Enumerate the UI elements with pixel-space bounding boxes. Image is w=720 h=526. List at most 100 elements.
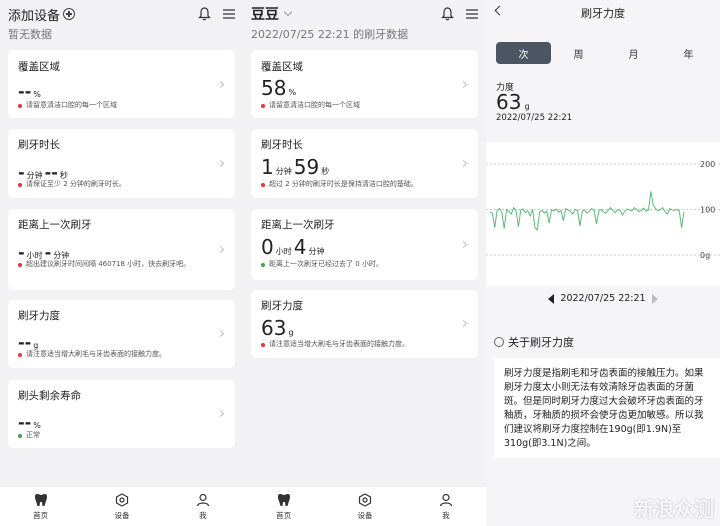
status-dot	[18, 352, 22, 357]
chevron-right-icon	[216, 80, 225, 89]
card-value: -- %	[18, 82, 43, 101]
card-value: 63 g	[261, 318, 296, 338]
unit-text: g	[33, 341, 39, 350]
note-text: 请保证至少 2 分钟的刷牙时长。	[26, 180, 126, 188]
card-title: 刷牙时长	[18, 139, 60, 151]
card-title: 覆盖区域	[18, 61, 60, 73]
unit-text: %	[288, 88, 297, 97]
status-dot	[18, 182, 22, 187]
nav-device[interactable]: 设备	[357, 492, 373, 521]
chevron-right-icon	[216, 245, 225, 254]
status-dot	[18, 433, 22, 438]
menu-icon[interactable]	[223, 9, 235, 19]
coverage-card[interactable]: 覆盖区域 -- % 请留意清洁口腔的每一个区域	[8, 50, 235, 118]
home-panel-empty: 添加设备 暂无数据 覆盖区域 -- % 请留意清洁口腔的每一个区域 刷牙时长 -…	[0, 0, 243, 526]
card-title: 刷牙时长	[261, 139, 303, 151]
menu-icon[interactable]	[466, 9, 478, 19]
tab-week[interactable]: 周	[551, 42, 606, 64]
chevron-down-icon[interactable]	[283, 7, 293, 17]
card-note: 请注意适当增大刷毛与牙齿表面的接触力度。	[261, 340, 456, 350]
value-text: 1	[261, 155, 274, 179]
status-dot	[18, 262, 22, 267]
tab-month[interactable]: 月	[606, 42, 661, 64]
force-chart: 200 100 0g	[486, 142, 720, 286]
nav-device-label: 设备	[114, 510, 130, 520]
note-text: 超出建议刷牙时间间隔 460718 小时，快去刷牙吧。	[26, 260, 191, 268]
period-tabs: 次 周 月 年	[496, 42, 716, 64]
force-line-chart: 200 100 0g	[486, 160, 720, 260]
home-panel-data: 豆豆 2022/07/25 22:21 的刷牙数据 覆盖区域 58 % 请留意清…	[243, 0, 486, 526]
page-title: 刷牙力度	[581, 7, 625, 20]
force-series-line	[489, 191, 685, 232]
status-dot	[261, 103, 265, 108]
chevron-right-icon	[459, 159, 468, 168]
chevron-right-icon	[216, 159, 225, 168]
card-note: 距离上一次刷牙已经过去了 0 小时。	[261, 260, 456, 270]
user-icon	[439, 493, 452, 506]
card-note: 请留意清洁口腔的每一个区域	[261, 101, 456, 111]
hexagon-icon	[115, 492, 129, 507]
about-header: 关于刷牙力度	[494, 334, 574, 350]
nav-home[interactable]: 首页	[276, 493, 291, 521]
value-text: 58	[261, 76, 287, 100]
tab-year[interactable]: 年	[661, 42, 716, 64]
prev-arrow-icon[interactable]	[548, 293, 555, 304]
add-circle-icon[interactable]	[63, 8, 76, 20]
nav-me-label: 我	[199, 510, 207, 520]
next-arrow-icon[interactable]	[651, 293, 658, 304]
value-text: --	[18, 413, 32, 432]
card-value: 58 %	[261, 78, 298, 98]
last-brush-card[interactable]: 距离上一次刷牙 0 小时 4 分钟 距离上一次刷牙已经过去了 0 小时。	[251, 209, 478, 280]
header: 添加设备	[8, 4, 235, 24]
add-device-title[interactable]: 添加设备	[8, 5, 60, 24]
unit-text: %	[33, 421, 41, 430]
bell-icon[interactable]	[441, 7, 454, 21]
card-title: 刷牙力度	[261, 300, 303, 312]
force-number: 63	[496, 90, 522, 114]
card-note: 请保证至少 2 分钟的刷牙时长。	[18, 180, 213, 190]
note-text: 距离上一次刷牙已经过去了 0 小时。	[269, 260, 383, 268]
lightbulb-icon	[494, 337, 504, 347]
force-card[interactable]: 刷牙力度 63 g 请注意适当增大刷毛与牙齿表面的接触力度。	[251, 290, 478, 358]
nav-home-label: 首页	[33, 510, 49, 520]
bottom-nav: 首页 设备 我	[243, 486, 486, 526]
duration-card[interactable]: 刷牙时长 1 分钟 59 秒 超过 2 分钟的刷牙时长是保持清洁口腔的基础。	[251, 129, 478, 198]
no-data-subtitle: 暂无数据	[8, 28, 52, 41]
nav-device-label: 设备	[357, 510, 373, 520]
nav-me-label: 我	[442, 510, 450, 520]
card-value: -- %	[18, 413, 43, 432]
note-text: 请留意清洁口腔的每一个区域	[26, 101, 117, 109]
unit-text: %	[33, 90, 41, 99]
unit-text: g	[288, 328, 294, 337]
coverage-card[interactable]: 覆盖区域 58 % 请留意清洁口腔的每一个区域	[251, 50, 478, 118]
card-note: 超过 2 分钟的刷牙时长是保持清洁口腔的基础。	[261, 180, 456, 190]
status-dot	[261, 182, 265, 187]
note-text: 请留意清洁口腔的每一个区域	[269, 101, 360, 109]
value-text: 59	[293, 155, 320, 179]
note-text: 请注意适当增大刷毛与牙齿表面的接触力度。	[269, 340, 409, 348]
card-title: 距离上一次刷牙	[18, 219, 92, 231]
force-unit: g	[524, 102, 530, 111]
value-text: 0	[261, 235, 274, 259]
head-life-card[interactable]: 刷头剩余寿命 -- % 正常	[8, 380, 235, 448]
tooth-icon	[34, 493, 47, 506]
status-dot	[261, 262, 265, 267]
unit-text: 分钟	[275, 167, 292, 176]
nav-home[interactable]: 首页	[33, 493, 48, 521]
last-brush-card[interactable]: 距离上一次刷牙 - 小时 - 分钟 超出建议刷牙时间间隔 460718 小时，快…	[8, 209, 235, 290]
device-name[interactable]: 豆豆	[251, 4, 279, 24]
duration-card[interactable]: 刷牙时长 - 分钟 -- 秒 请保证至少 2 分钟的刷牙时长。	[8, 129, 235, 198]
user-icon	[196, 493, 209, 506]
nav-device[interactable]: 设备	[114, 492, 130, 521]
force-detail-panel: 刷牙力度 次 周 月 年 力度 63 g 2022/07/25 22:21 20…	[486, 0, 720, 526]
nav-me[interactable]: 我	[196, 493, 210, 521]
about-description: 刷牙力度是指刷毛和牙齿表面的接触压力。如果刷牙力度太小则无法有效清除牙齿表面的牙…	[494, 358, 720, 458]
note-text: 请注意适当增大刷毛与牙齿表面的接触力度。	[26, 350, 166, 358]
bell-icon[interactable]	[198, 7, 211, 21]
data-subtitle: 2022/07/25 22:21 的刷牙数据	[251, 28, 409, 41]
card-note: 请留意清洁口腔的每一个区域	[18, 101, 213, 111]
note-text: 正常	[26, 431, 40, 439]
force-card[interactable]: 刷牙力度 -- g 请注意适当增大刷毛与牙齿表面的接触力度。	[8, 300, 235, 368]
nav-me[interactable]: 我	[439, 493, 453, 521]
tab-session[interactable]: 次	[496, 42, 551, 64]
